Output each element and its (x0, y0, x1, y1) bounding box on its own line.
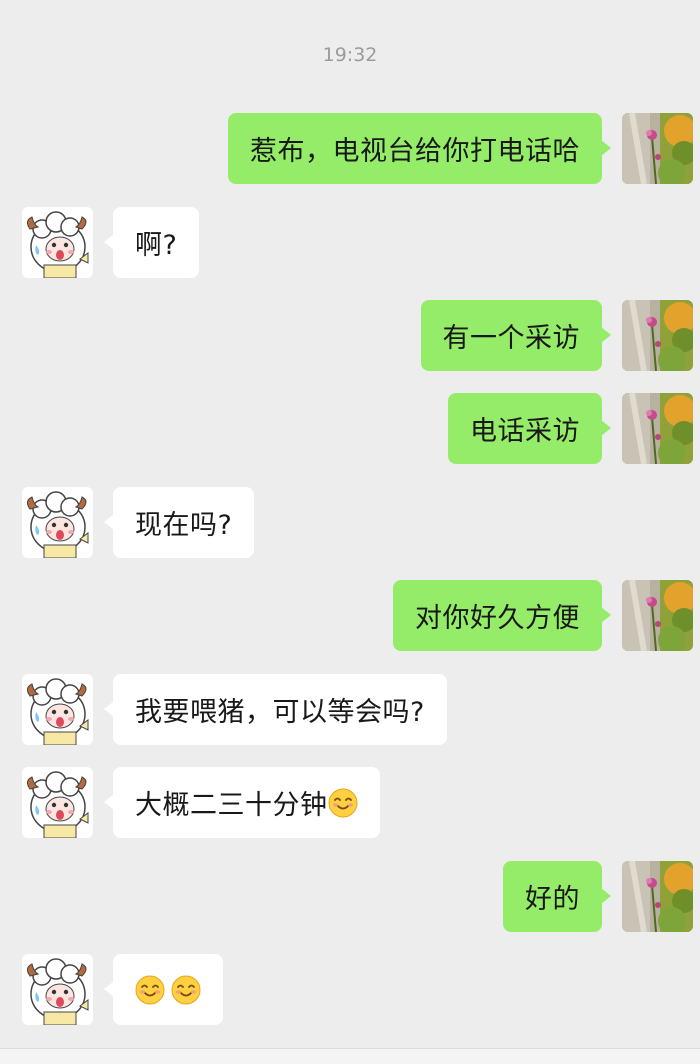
message-bubble-incoming[interactable]: 大概二三十分钟 (104, 767, 380, 838)
message-bubble-outgoing[interactable]: 好的 (503, 861, 611, 932)
cartoon-sheep-avatar-icon (22, 674, 93, 745)
flower-photo-avatar-icon (622, 113, 693, 184)
message-bubble-incoming[interactable]: 现在吗? (103, 487, 255, 558)
message-bubble-incoming[interactable]: 我要喂猪，可以等会吗? (104, 674, 447, 745)
flower-photo-avatar-icon (622, 300, 693, 371)
message-text: 电话采访 (470, 416, 580, 447)
flower-photo-avatar-icon (622, 861, 693, 932)
cartoon-sheep-avatar-icon (22, 207, 93, 278)
contact-avatar[interactable] (22, 487, 93, 558)
contact-avatar[interactable] (22, 954, 93, 1025)
smiling-face-icon (328, 788, 358, 818)
message-bubble-outgoing[interactable]: 对你好久方便 (393, 580, 611, 651)
self-avatar[interactable] (622, 113, 693, 184)
cartoon-sheep-avatar-icon (22, 954, 93, 1025)
message-text: 现在吗? (135, 510, 233, 541)
contact-avatar[interactable] (22, 207, 93, 278)
input-bar-edge (0, 1048, 700, 1064)
smiling-face-icon (135, 975, 165, 1005)
message-text: 对你好久方便 (415, 603, 580, 634)
self-avatar[interactable] (622, 300, 693, 371)
message-text: 我要喂猪，可以等会吗? (135, 697, 425, 728)
flower-photo-avatar-icon (622, 393, 693, 464)
message-bubble-outgoing[interactable]: 惹布，电视台给你打电话哈 (228, 113, 611, 184)
message-text: 啊? (135, 230, 178, 261)
message-text: 好的 (525, 884, 580, 915)
message-bubble-incoming[interactable]: 啊? (103, 207, 200, 278)
message-text: 大概二三十分钟 (135, 790, 328, 821)
message-bubble-outgoing[interactable]: 有一个采访 (420, 300, 611, 371)
contact-avatar[interactable] (22, 674, 93, 745)
message-bubble-incoming[interactable] (104, 954, 223, 1025)
message-text: 惹布，电视台给你打电话哈 (250, 136, 580, 167)
self-avatar[interactable] (622, 580, 693, 651)
self-avatar[interactable] (622, 393, 693, 464)
message-text: 有一个采访 (442, 323, 580, 354)
contact-avatar[interactable] (22, 767, 93, 838)
flower-photo-avatar-icon (622, 580, 693, 651)
cartoon-sheep-avatar-icon (22, 767, 93, 838)
chat-timestamp: 19:32 (322, 44, 378, 66)
self-avatar[interactable] (622, 861, 693, 932)
cartoon-sheep-avatar-icon (22, 487, 93, 558)
smiling-face-icon (171, 975, 201, 1005)
message-bubble-outgoing[interactable]: 电话采访 (448, 393, 611, 464)
